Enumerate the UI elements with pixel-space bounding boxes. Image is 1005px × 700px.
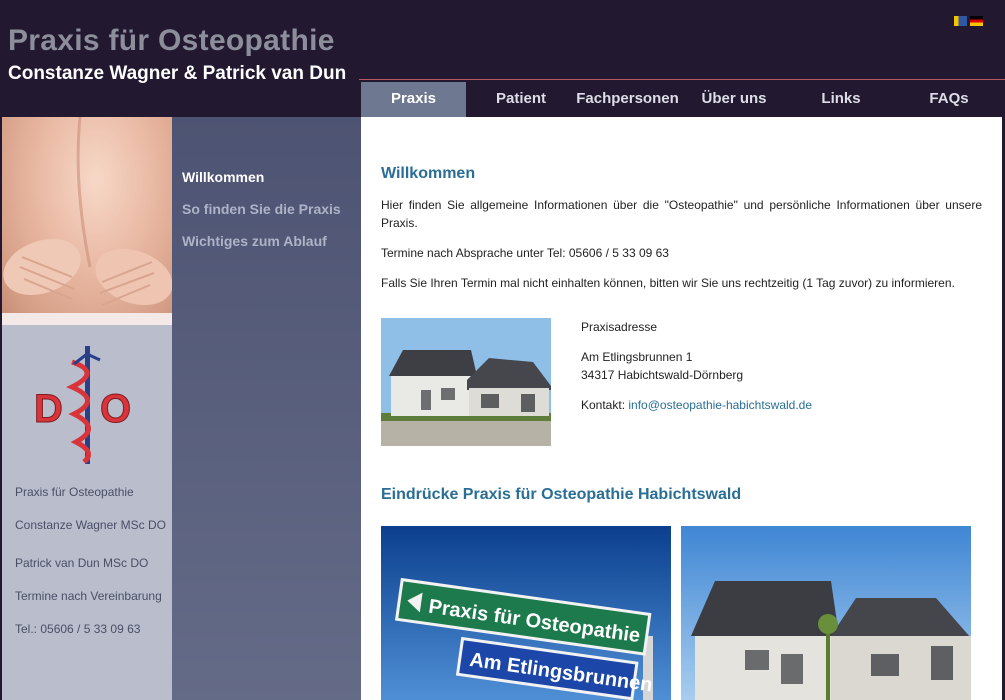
subnav-item-anfahrt[interactable]: So finden Sie die Praxis <box>182 201 341 217</box>
cancellation-paragraph: Falls Sie Ihren Termin mal nicht einhalt… <box>381 276 955 290</box>
site-subtitle: Constanze Wagner & Patrick van Dun <box>8 63 347 84</box>
contact-label: Kontakt: <box>581 398 629 412</box>
nav-item-praxis[interactable]: Praxis <box>361 82 466 117</box>
contact-line: Kontakt: info@osteopathie-habichtswald.d… <box>581 398 812 412</box>
gallery-heading: Eindrücke Praxis für Osteopathie Habicht… <box>381 486 742 503</box>
intro-paragraph: Hier finden Sie allgemeine Informationen… <box>381 198 982 230</box>
address-label: Praxisadresse <box>581 320 658 334</box>
email-link[interactable]: info@osteopathie-habichtswald.de <box>628 398 812 412</box>
address-street: Am Etlingsbrunnen 1 <box>581 350 693 364</box>
main-content: Willkommen Hier finden Sie allgemeine In… <box>361 117 1002 700</box>
practice-house-photo[interactable] <box>681 526 971 700</box>
sidebar-info-line: Praxis für Osteopathie <box>15 485 134 499</box>
page-heading: Willkommen <box>381 165 476 182</box>
street-sign-photo[interactable]: Praxis für Osteopathie Am Etlingsbrunnen <box>381 526 671 700</box>
sidebar-info-line: Constanze Wagner MSc DO <box>15 518 166 532</box>
nav-item-links[interactable]: Links <box>789 82 893 117</box>
nav-item-faqs[interactable]: FAQs <box>893 82 1005 117</box>
subnav-item-willkommen[interactable]: Willkommen <box>182 169 264 185</box>
practice-house-thumbnail[interactable] <box>381 318 551 446</box>
site-title: Praxis für Osteopathie <box>8 24 335 57</box>
subnav-item-ablauf[interactable]: Wichtiges zum Ablauf <box>182 233 327 249</box>
language-switcher <box>954 16 983 26</box>
logo-letter-o: O <box>100 387 131 431</box>
logo-letter-d: D <box>34 387 63 431</box>
header: Praxis für Osteopathie Constanze Wagner … <box>0 0 1005 117</box>
sidebar-info-line: Termine nach Vereinbarung <box>15 589 162 603</box>
nav-item-ueber-uns[interactable]: Über uns <box>679 82 789 117</box>
main-nav: Praxis Patient Fachpersonen Über uns Lin… <box>361 82 1005 117</box>
address-city: 34317 Habichtswald-Dörnberg <box>581 368 744 382</box>
nav-item-fachpersonen[interactable]: Fachpersonen <box>576 82 679 117</box>
nav-item-patient[interactable]: Patient <box>466 82 576 117</box>
left-sidebar: D O Praxis für Osteopathie Constanze Wag… <box>2 117 172 700</box>
do-logo: D O <box>32 342 142 467</box>
sidebar-info-phone: Tel.: 05606 / 5 33 09 63 <box>15 622 141 636</box>
nav-divider <box>359 79 1005 80</box>
sidebar-info-line: Patrick van Dun MSc DO <box>15 556 149 570</box>
appointment-paragraph: Termine nach Absprache unter Tel: 05606 … <box>381 246 669 260</box>
german-flag-icon[interactable] <box>970 16 983 26</box>
subnav: Willkommen So finden Sie die Praxis Wich… <box>172 117 361 700</box>
back-massage-photo <box>2 117 172 325</box>
english-flag-icon[interactable] <box>954 16 967 26</box>
